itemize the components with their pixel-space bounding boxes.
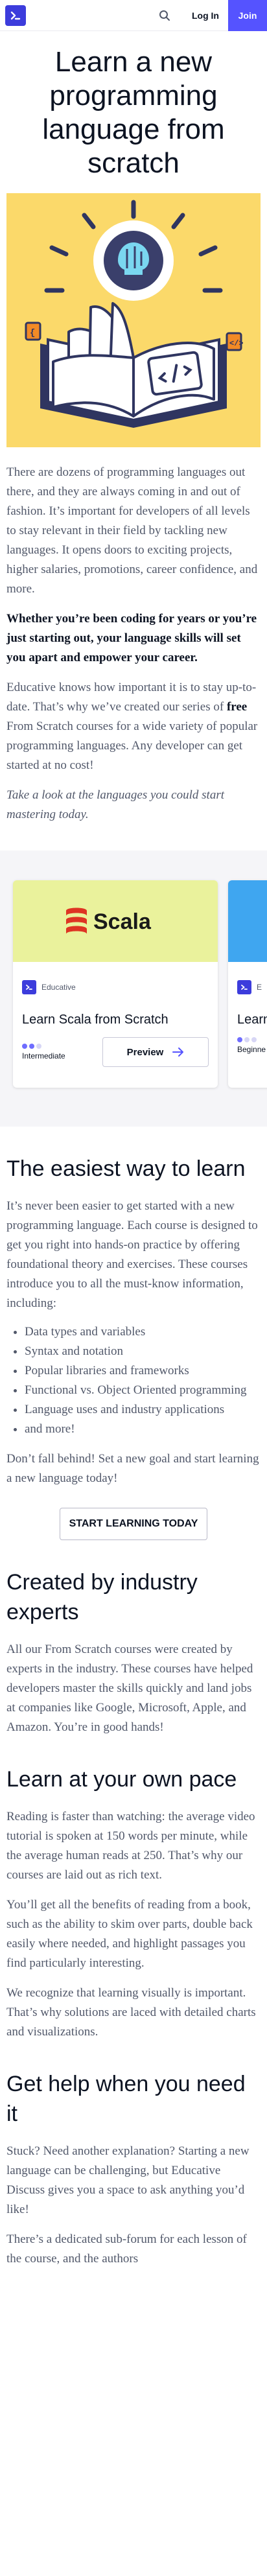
course-provider: E: [237, 980, 267, 994]
course-carousel[interactable]: Scala Educative Learn Scala from Scratch: [0, 850, 267, 1127]
arrow-right-icon: [172, 1048, 184, 1057]
section-paragraph: You’ll get all the benefits of reading f…: [6, 1898, 253, 1970]
experts-section: Created by industry experts All our From…: [0, 1567, 267, 1737]
level-dot: [251, 1037, 257, 1042]
section-paragraph: Don’t fall behind! Set a new goal and st…: [6, 1452, 259, 1485]
level-dot: [29, 1044, 34, 1049]
educative-logo[interactable]: [5, 5, 26, 26]
level-label: Intermediate: [22, 1051, 65, 1060]
preview-button[interactable]: Preview: [102, 1037, 209, 1067]
section-paragraph: It’s never been easier to get started wi…: [6, 1199, 258, 1310]
difficulty-level: Beginne: [237, 1037, 266, 1054]
login-button[interactable]: Log In: [183, 3, 228, 29]
scala-logo: Scala: [66, 907, 152, 934]
section-heading: Learn at your own pace: [6, 1767, 237, 1792]
course-title[interactable]: Learn Scala from Scratch: [22, 1013, 209, 1027]
open-book-brain-illustration: { </>: [25, 200, 244, 428]
terminal-icon: [241, 985, 248, 990]
level-dot: [22, 1044, 27, 1049]
level-dot: [244, 1037, 250, 1042]
svg-text:Scala: Scala: [93, 909, 152, 934]
svg-text:</>: </>: [229, 339, 244, 348]
svg-text:{: {: [30, 328, 35, 338]
course-cover: [228, 880, 267, 962]
list-item: and more!: [25, 1420, 261, 1439]
intro-section: There are dozens of programming language…: [0, 463, 267, 825]
hero-illustration: { </>: [6, 193, 261, 447]
list-item: Data types and variables: [25, 1322, 261, 1342]
course-card[interactable]: Scala Educative Learn Scala from Scratch: [13, 880, 218, 1088]
course-card[interactable]: E Learn Beginne: [228, 880, 267, 1088]
section-heading: The easiest way to learn: [6, 1156, 246, 1181]
terminal-icon: [10, 11, 21, 19]
level-dots: [22, 1044, 65, 1049]
section-paragraph: We recognize that learning visually is i…: [6, 1986, 256, 2039]
educative-mini-logo: [237, 980, 251, 994]
level-dots: [237, 1037, 266, 1042]
list-item: Language uses and industry applications: [25, 1400, 261, 1420]
terminal-icon: [26, 985, 32, 990]
course-cover: Scala: [13, 880, 218, 962]
section-heading: Created by industry experts: [6, 1570, 198, 1624]
section-heading: Get help when you need it: [6, 2072, 246, 2126]
level-dot: [36, 1044, 41, 1049]
section-paragraph: All our From Scratch courses were create…: [6, 1643, 253, 1734]
search-icon: [159, 10, 170, 21]
course-title[interactable]: Learn: [237, 1013, 267, 1027]
easiest-way-section: The easiest way to learn It’s never been…: [0, 1154, 267, 1540]
level-label: Beginne: [237, 1045, 266, 1054]
intro-paragraph: There are dozens of programming language…: [6, 465, 258, 596]
help-section: Get help when you need it Stuck? Need an…: [0, 2069, 267, 2269]
languages-teaser: Take a look at the languages you could s…: [6, 788, 224, 821]
section-paragraph: Reading is faster than watching: the ave…: [6, 1810, 255, 1882]
level-dot: [237, 1037, 242, 1042]
list-item: Syntax and notation: [25, 1342, 261, 1361]
top-nav: Log In Join: [0, 0, 267, 31]
topics-list: Data types and variables Syntax and nota…: [25, 1322, 261, 1439]
page-title: Learn a new programming language from sc…: [42, 46, 225, 179]
free-courses-paragraph: Educative knows how important it is to s…: [6, 681, 258, 772]
search-button[interactable]: [152, 3, 178, 29]
list-item: Popular libraries and frameworks: [25, 1361, 261, 1381]
intro-highlight: Whether you’re been coding for years or …: [6, 612, 257, 664]
join-button[interactable]: Join: [228, 0, 267, 31]
section-paragraph: Stuck? Need another explanation? Startin…: [6, 2144, 250, 2216]
list-item: Functional vs. Object Oriented programmi…: [25, 1381, 261, 1400]
course-provider: Educative: [22, 980, 209, 994]
educative-mini-logo: [22, 980, 36, 994]
start-learning-button[interactable]: START LEARNING TODAY: [59, 1508, 208, 1540]
pace-section: Learn at your own pace Reading is faster…: [0, 1764, 267, 2042]
section-paragraph: There’s a dedicated sub-forum for each l…: [6, 2232, 247, 2266]
difficulty-level: Intermediate: [22, 1044, 65, 1060]
